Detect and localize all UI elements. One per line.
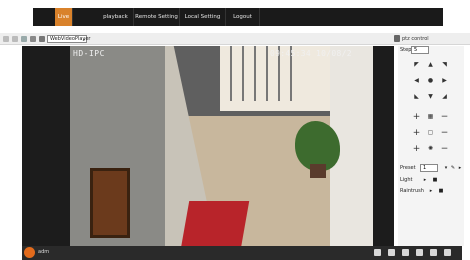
audio-icon[interactable]	[374, 249, 381, 256]
top-nav-bar: Live playback Remote Setting Local Setti…	[33, 8, 443, 26]
fullscreen-icon[interactable]	[30, 36, 36, 42]
preset-label: Preset	[400, 165, 416, 171]
preset-set-icon[interactable]: ✎	[450, 165, 456, 171]
iris-icon: ✺	[427, 145, 434, 152]
scene-rail	[266, 46, 268, 101]
ptz-center-button[interactable]: ●	[426, 76, 435, 85]
player-select[interactable]: WebVideoPlayer ▾	[47, 35, 90, 43]
ptz-down-left-button[interactable]: ◣	[412, 92, 421, 101]
chevron-down-icon: ▾	[82, 37, 85, 42]
focus-icon: ▢	[427, 129, 434, 136]
light-on-button[interactable]: ▸	[422, 177, 428, 183]
ptz-control-label: ptz control	[402, 36, 429, 42]
tab-playback[interactable]: playback	[98, 8, 134, 26]
light-label: Light	[400, 177, 413, 183]
ptz-down-right-button[interactable]: ◢	[440, 92, 449, 101]
video-area[interactable]: HD-IPC 09:45:34 10/08/2	[22, 46, 394, 246]
ptz-icon	[394, 35, 400, 42]
zoom-icon: ▦	[427, 113, 434, 120]
ptz-left-button[interactable]: ◀	[412, 76, 421, 85]
user-label: adm	[38, 249, 50, 255]
iris-close-button[interactable]: −	[440, 144, 449, 154]
scene-picture-frame	[90, 168, 130, 238]
tab-logout[interactable]: Logout	[226, 8, 260, 26]
brand-logo-icon	[24, 247, 35, 258]
raintrush-off-button[interactable]: ■	[438, 188, 444, 194]
zoom-out-button[interactable]: −	[440, 112, 449, 122]
talk-icon[interactable]	[388, 249, 395, 256]
layout-quad-icon[interactable]	[21, 36, 27, 42]
preset-select-value: 1	[423, 165, 427, 171]
ptz-up-button[interactable]: ▲	[426, 60, 435, 69]
ptz-up-right-button[interactable]: ◥	[440, 60, 449, 69]
toolbar: WebVideoPlayer ▾ ptz control	[0, 33, 470, 45]
tab-local-setting[interactable]: Local Setting	[180, 8, 226, 26]
step-select[interactable]: 5	[411, 46, 429, 54]
video-icon[interactable]	[430, 249, 437, 256]
preset-select[interactable]: 1	[420, 164, 438, 172]
preset-goto-icon[interactable]: ▸	[457, 165, 463, 171]
scene-rail	[254, 46, 256, 101]
step-select-value: 5	[414, 47, 418, 53]
ptz-right-button[interactable]: ▶	[440, 76, 449, 85]
preset-dropdown-icon[interactable]: ▾	[443, 165, 449, 171]
raintrush-on-button[interactable]: ▸	[428, 188, 434, 194]
ptz-up-left-button[interactable]: ◤	[412, 60, 421, 69]
scene-rail	[230, 46, 232, 101]
ptz-panel: Step 5 ◤ ▲ ◥ ◀ ● ▶ ◣ ▼ ◢ + ▦ − + ▢ − + ✺…	[398, 46, 464, 246]
raintrush-label: Raintrush	[400, 188, 424, 194]
bottom-bar: adm	[22, 246, 462, 260]
focus-out-button[interactable]: −	[440, 128, 449, 138]
layout-toggle-icon[interactable]	[3, 36, 9, 42]
settings-gear-icon[interactable]	[444, 249, 451, 256]
record-icon[interactable]	[402, 249, 409, 256]
tab-remote-setting[interactable]: Remote Setting	[134, 8, 180, 26]
scene-rail	[242, 46, 244, 101]
focus-in-button[interactable]: +	[412, 128, 421, 138]
step-label: Step	[400, 47, 412, 53]
tab-live[interactable]: Live	[55, 8, 73, 26]
layout-grid-icon[interactable]	[12, 36, 18, 42]
settings-icon[interactable]	[39, 36, 45, 42]
video-feed[interactable]: HD-IPC 09:45:34 10/08/2	[70, 46, 373, 246]
zoom-in-button[interactable]: +	[412, 112, 421, 122]
snapshot-icon[interactable]	[416, 249, 423, 256]
iris-open-button[interactable]: +	[412, 144, 421, 154]
scene-pot	[310, 164, 326, 178]
ptz-down-button[interactable]: ▼	[426, 92, 435, 101]
osd-timestamp: 09:45:34 10/08/2	[270, 49, 352, 58]
light-off-button[interactable]: ■	[432, 177, 438, 183]
osd-camera-name: HD-IPC	[73, 49, 105, 58]
scene-doormat	[180, 201, 250, 246]
